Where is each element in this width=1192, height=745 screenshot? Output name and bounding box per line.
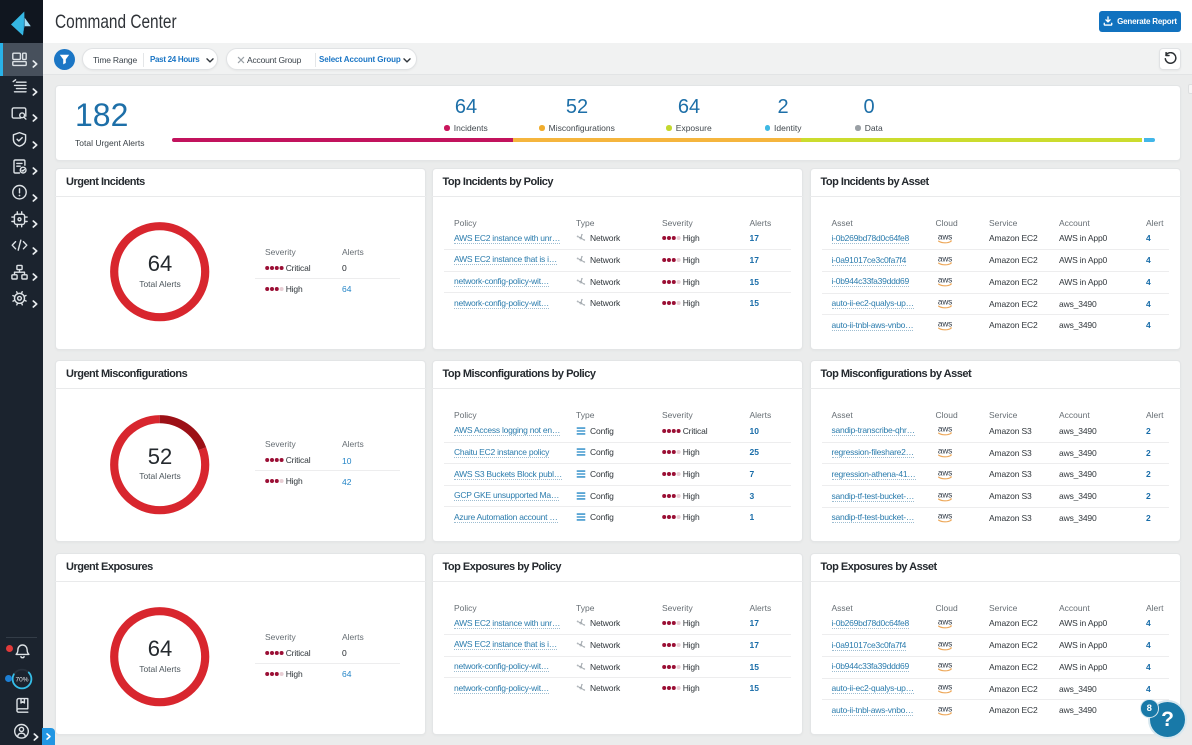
svg-text:70%: 70% — [15, 676, 28, 683]
svg-text:aws: aws — [937, 511, 951, 520]
svg-text:aws: aws — [937, 617, 951, 626]
svg-text:aws: aws — [937, 424, 951, 433]
svg-text:aws: aws — [937, 660, 951, 669]
svg-text:aws: aws — [937, 254, 951, 263]
svg-text:aws: aws — [937, 468, 951, 477]
svg-text:aws: aws — [937, 704, 951, 713]
svg-text:aws: aws — [937, 639, 951, 648]
svg-text:aws: aws — [937, 446, 951, 455]
svg-text:aws: aws — [937, 232, 951, 241]
svg-text:aws: aws — [937, 319, 951, 328]
svg-text:aws: aws — [937, 275, 951, 284]
svg-text:aws: aws — [937, 297, 951, 306]
svg-text:aws: aws — [937, 490, 951, 499]
svg-text:aws: aws — [937, 682, 951, 691]
